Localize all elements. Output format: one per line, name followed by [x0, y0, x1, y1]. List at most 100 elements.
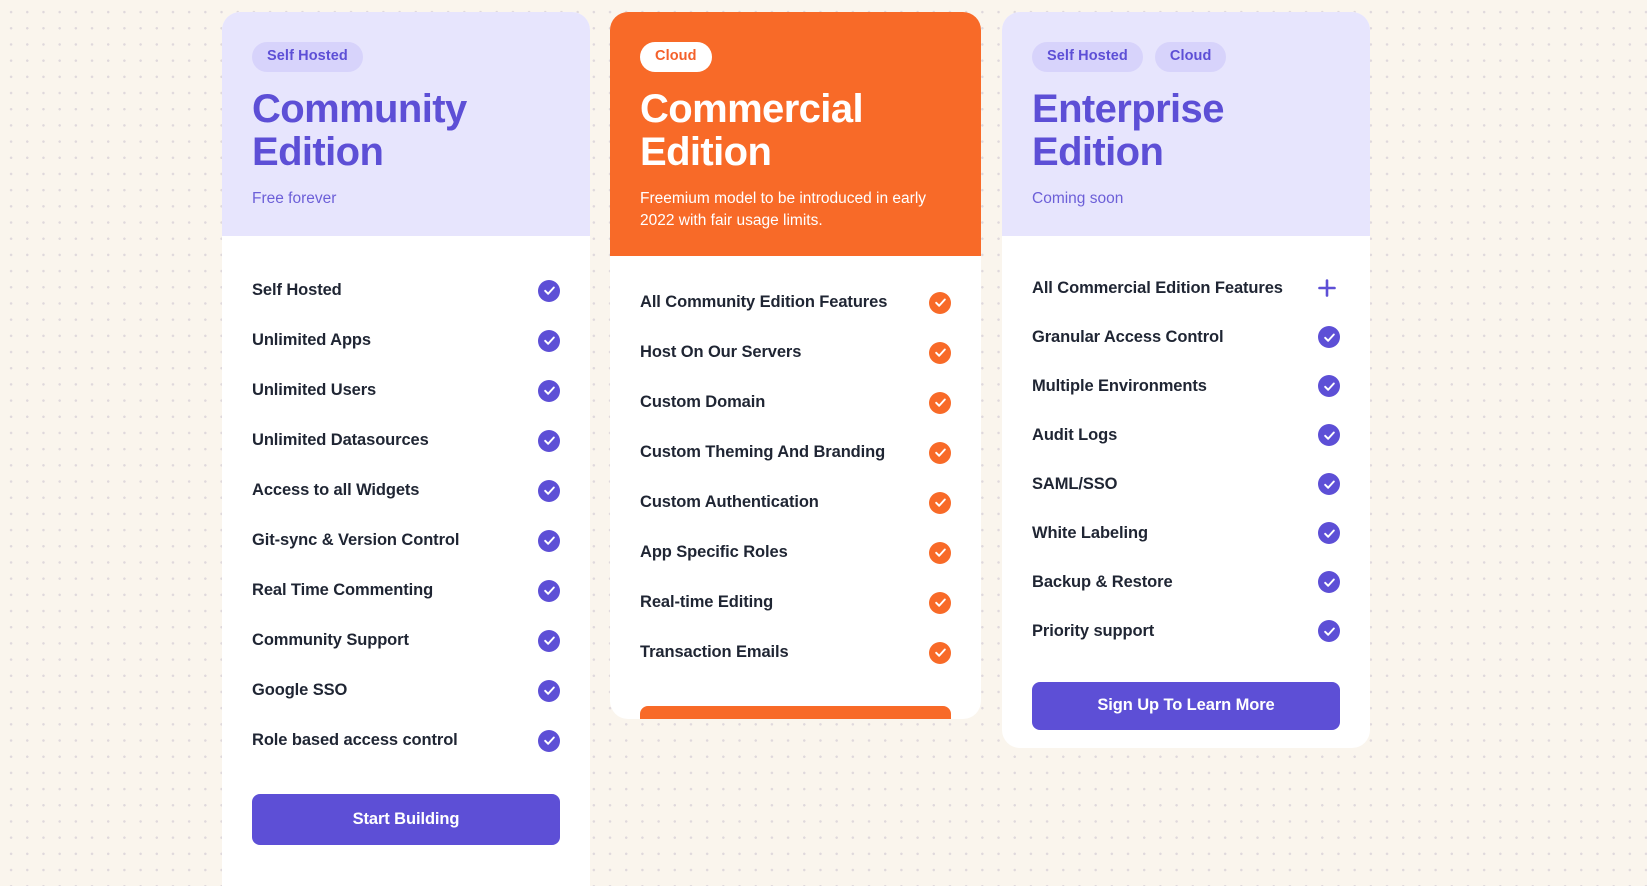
card-header-community: Self Hosted Community Edition Free forev…: [222, 12, 590, 236]
check-icon: [929, 441, 951, 464]
cta-row-enterprise: Sign Up To Learn More: [1032, 681, 1340, 730]
check-icon: [1318, 375, 1340, 398]
feature-item: Backup & Restore: [1032, 558, 1340, 607]
card-subtitle-enterprise: Coming soon: [1032, 189, 1124, 207]
card-title-line1: Community: [252, 86, 467, 131]
badge-self-hosted: Self Hosted: [1032, 42, 1143, 72]
feature-item: Multiple Environments: [1032, 362, 1340, 411]
feature-label: Host On Our Servers: [640, 343, 802, 362]
card-title-line2: Edition: [1032, 129, 1164, 174]
check-icon: [538, 429, 560, 452]
feature-item: Custom Domain: [640, 378, 951, 428]
check-icon: [929, 491, 951, 514]
check-icon: [538, 579, 560, 602]
pricing-card-enterprise: Self Hosted Cloud Enterprise Edition Com…: [1002, 12, 1370, 748]
feature-label: SAML/SSO: [1032, 474, 1118, 493]
feature-label: Unlimited Apps: [252, 331, 371, 350]
start-building-button[interactable]: Start Building: [252, 793, 560, 845]
card-title-line2: Edition: [640, 129, 772, 174]
check-icon: [538, 679, 560, 702]
check-icon: [538, 629, 560, 652]
check-icon: [538, 279, 560, 302]
feature-item: Priority support: [1032, 607, 1340, 656]
feature-list-community: Self Hosted Unlimited Apps Unlimited Use…: [222, 236, 590, 845]
check-icon: [929, 591, 951, 614]
check-icon: [1318, 473, 1340, 496]
feature-label: All Community Edition Features: [640, 293, 888, 312]
plus-icon: [1314, 275, 1340, 301]
check-icon: [538, 529, 560, 552]
feature-item: Custom Theming And Branding: [640, 428, 951, 478]
feature-item: Unlimited Datasources: [252, 416, 560, 466]
badge-cloud: Cloud: [640, 42, 712, 72]
check-icon: [1318, 620, 1340, 643]
feature-label: Google SSO: [252, 681, 348, 700]
feature-label: Custom Theming And Branding: [640, 443, 886, 462]
check-icon: [929, 641, 951, 664]
feature-label: Real Time Commenting: [252, 581, 434, 600]
feature-label: Audit Logs: [1032, 425, 1118, 444]
feature-label: Transaction Emails: [640, 643, 789, 662]
feature-label: App Specific Roles: [640, 543, 788, 562]
check-icon: [538, 729, 560, 752]
feature-label: Access to all Widgets: [252, 481, 420, 500]
feature-label: Self Hosted: [252, 281, 342, 300]
card-subtitle-community: Free forever: [252, 189, 337, 207]
card-title-commercial: Commercial Edition: [640, 86, 951, 174]
feature-item: All Community Edition Features: [640, 278, 951, 328]
feature-item: Real Time Commenting: [252, 566, 560, 616]
feature-label: Priority support: [1032, 621, 1155, 640]
cta-row-community: Start Building: [252, 793, 560, 845]
cta-row-commercial: Try Cloud: [640, 705, 951, 719]
feature-item: Role based access control: [252, 716, 560, 766]
try-cloud-button[interactable]: Try Cloud: [640, 705, 951, 719]
pricing-board: Self Hosted Community Edition Free forev…: [0, 0, 1647, 886]
feature-label: Custom Authentication: [640, 493, 819, 512]
feature-list-enterprise: All Commercial Edition Features Granular…: [1002, 236, 1370, 730]
feature-item: App Specific Roles: [640, 528, 951, 578]
feature-label: Role based access control: [252, 731, 458, 750]
sign-up-to-learn-more-button[interactable]: Sign Up To Learn More: [1032, 681, 1340, 730]
check-icon: [929, 341, 951, 364]
card-title-line1: Commercial: [640, 86, 864, 131]
badge-self-hosted: Self Hosted: [252, 42, 363, 72]
check-icon: [929, 291, 951, 314]
pricing-card-commercial: Cloud Commercial Edition Freemium model …: [610, 12, 981, 719]
badge-row-community: Self Hosted: [252, 42, 560, 72]
pricing-card-community: Self Hosted Community Edition Free forev…: [222, 12, 590, 886]
card-title-line1: Enterprise: [1032, 86, 1224, 131]
feature-label: Granular Access Control: [1032, 327, 1224, 346]
feature-item: White Labeling: [1032, 509, 1340, 558]
feature-item: Unlimited Users: [252, 366, 560, 416]
feature-label: White Labeling: [1032, 523, 1148, 542]
feature-item: Transaction Emails: [640, 628, 951, 678]
card-header-commercial: Cloud Commercial Edition Freemium model …: [610, 12, 981, 256]
badge-row-enterprise: Self Hosted Cloud: [1032, 42, 1340, 72]
card-subtitle-commercial: Freemium model to be introduced in early…: [640, 189, 927, 229]
feature-label: Real-time Editing: [640, 593, 774, 612]
feature-label: All Commercial Edition Features: [1032, 278, 1283, 297]
feature-label: Git-sync & Version Control: [252, 531, 460, 550]
check-icon: [929, 541, 951, 564]
check-icon: [538, 329, 560, 352]
feature-label: Backup & Restore: [1032, 572, 1173, 591]
feature-item: SAML/SSO: [1032, 460, 1340, 509]
feature-label: Community Support: [252, 631, 409, 650]
card-header-enterprise: Self Hosted Cloud Enterprise Edition Com…: [1002, 12, 1370, 236]
badge-cloud: Cloud: [1154, 42, 1227, 72]
feature-item: All Commercial Edition Features: [1032, 264, 1340, 313]
feature-label: Multiple Environments: [1032, 376, 1207, 395]
feature-item: Granular Access Control: [1032, 313, 1340, 362]
feature-item: Community Support: [252, 616, 560, 666]
card-title-community: Community Edition: [252, 86, 560, 174]
badge-row-commercial: Cloud: [640, 42, 951, 72]
check-icon: [1318, 571, 1340, 594]
check-icon: [929, 391, 951, 414]
check-icon: [538, 479, 560, 502]
card-title-enterprise: Enterprise Edition: [1032, 86, 1340, 174]
feature-item: Git-sync & Version Control: [252, 516, 560, 566]
feature-item: Self Hosted: [252, 266, 560, 316]
feature-list-commercial: All Community Edition Features Host On O…: [610, 256, 981, 719]
feature-item: Custom Authentication: [640, 478, 951, 528]
feature-item: Host On Our Servers: [640, 328, 951, 378]
